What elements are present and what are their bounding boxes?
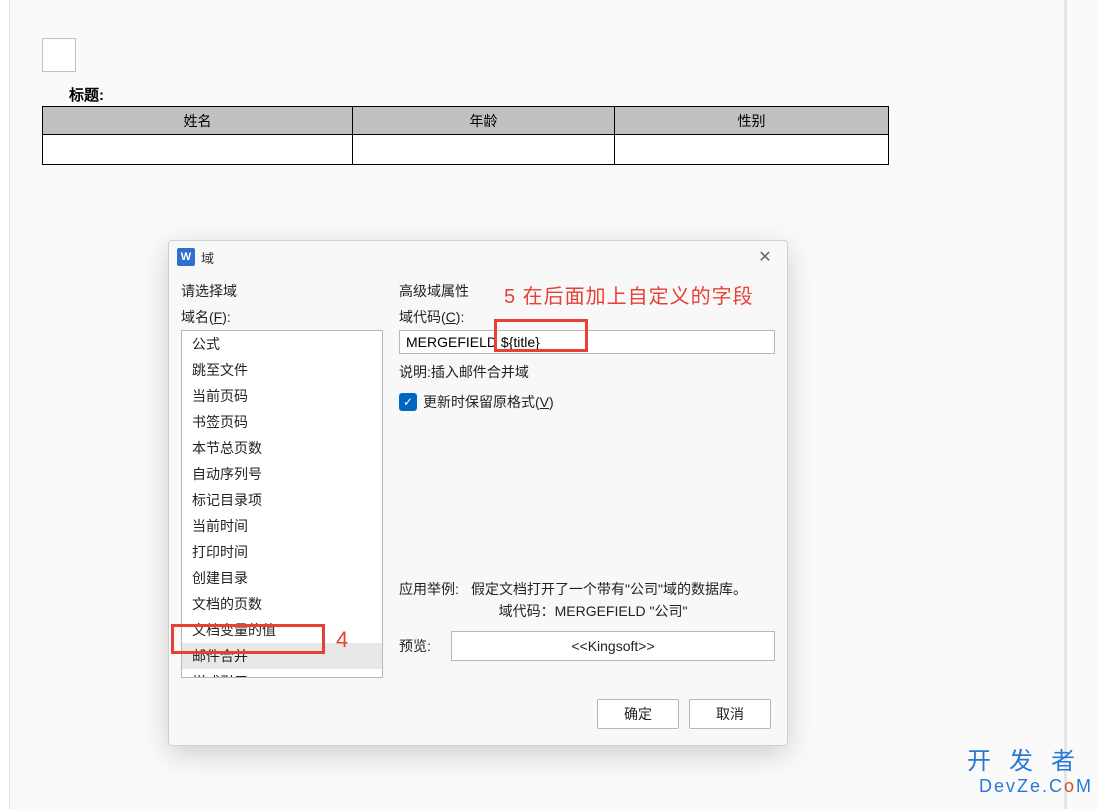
table-row[interactable] [43, 135, 889, 165]
table-header-gender: 性别 [615, 107, 889, 135]
watermark-bottom: DevZe.CoM [967, 776, 1093, 797]
dialog-body: 请选择域 域名(F): 公式 跳至文件 当前页码 书签页码 本节总页数 自动序列… [169, 273, 787, 673]
example-code-line: 域代码：MERGEFIELD "公司" [471, 600, 775, 622]
preview-label: 预览: [399, 636, 451, 656]
list-item[interactable]: 当前页码 [182, 383, 382, 409]
cancel-button[interactable]: 取消 [689, 699, 771, 729]
dialog-title: 域 [201, 248, 214, 267]
list-item[interactable]: 文档的页数 [182, 591, 382, 617]
dialog-titlebar[interactable]: W 域 ✕ [169, 241, 787, 273]
left-pane: 请选择域 域名(F): 公式 跳至文件 当前页码 书签页码 本节总页数 自动序列… [181, 281, 383, 673]
table-cell[interactable] [615, 135, 889, 165]
watermark-top: 开发者 [967, 741, 1093, 776]
list-item[interactable]: 跳至文件 [182, 357, 382, 383]
table-cell[interactable] [43, 135, 353, 165]
field-code-input[interactable] [399, 330, 775, 354]
annotation-5-text: 5 在后面加上自定义的字段 [504, 280, 754, 309]
app-icon: W [177, 248, 195, 266]
field-dialog: W 域 ✕ 请选择域 域名(F): 公式 跳至文件 当前页码 书签页码 本节总页… [168, 240, 788, 746]
right-pane: 高级域属性 域代码(C): 说明:插入邮件合并域 ✓ 更新时保留原格式(V) 应… [399, 281, 775, 673]
table-header-age: 年龄 [353, 107, 615, 135]
document-table[interactable]: 姓名 年龄 性别 [42, 106, 889, 165]
field-code-label: 域代码(C): [399, 307, 775, 327]
ok-button[interactable]: 确定 [597, 699, 679, 729]
field-name-label: 域名(F): [181, 307, 383, 327]
dialog-button-row: 确定 取消 [597, 699, 771, 729]
annotation-4-text: 4 [336, 627, 348, 653]
list-item[interactable]: 本节总页数 [182, 435, 382, 461]
ruler-tab-marker[interactable] [42, 38, 76, 72]
example-label: 应用举例: [399, 578, 471, 600]
page-edge [0, 0, 10, 809]
example-block: 应用举例: 假定文档打开了一个带有"公司"域的数据库。 域代码：MERGEFIE… [399, 578, 775, 623]
close-icon[interactable]: ✕ [751, 243, 779, 271]
preserve-format-row[interactable]: ✓ 更新时保留原格式(V) [399, 392, 775, 412]
list-item[interactable]: 公式 [182, 331, 382, 357]
list-item[interactable]: 创建目录 [182, 565, 382, 591]
page-shadow [1064, 0, 1067, 809]
table-cell[interactable] [353, 135, 615, 165]
example-text: 假定文档打开了一个带有"公司"域的数据库。 [471, 578, 775, 600]
description-line: 说明:插入邮件合并域 [399, 362, 775, 382]
checkbox-checked-icon[interactable]: ✓ [399, 393, 417, 411]
document-title-label: 标题: [69, 84, 104, 105]
field-name-listbox[interactable]: 公式 跳至文件 当前页码 书签页码 本节总页数 自动序列号 标记目录项 当前时间… [181, 330, 383, 678]
table-header-name: 姓名 [43, 107, 353, 135]
list-item[interactable]: 标记目录项 [182, 487, 382, 513]
table-header-row: 姓名 年龄 性别 [43, 107, 889, 135]
preserve-format-label: 更新时保留原格式(V) [423, 392, 554, 412]
preview-box: <<Kingsoft>> [451, 631, 775, 661]
preview-row: 预览: <<Kingsoft>> [399, 631, 775, 661]
list-item[interactable]: 书签页码 [182, 409, 382, 435]
list-item[interactable]: 自动序列号 [182, 461, 382, 487]
select-field-label: 请选择域 [181, 281, 383, 301]
list-item[interactable]: 打印时间 [182, 539, 382, 565]
list-item[interactable]: 当前时间 [182, 513, 382, 539]
list-item[interactable]: 样式引用 [182, 669, 382, 678]
watermark: 开发者 DevZe.CoM [967, 741, 1093, 797]
list-item[interactable]: 文档变量的值 [182, 617, 382, 643]
list-item-selected[interactable]: 邮件合并 [182, 643, 382, 669]
